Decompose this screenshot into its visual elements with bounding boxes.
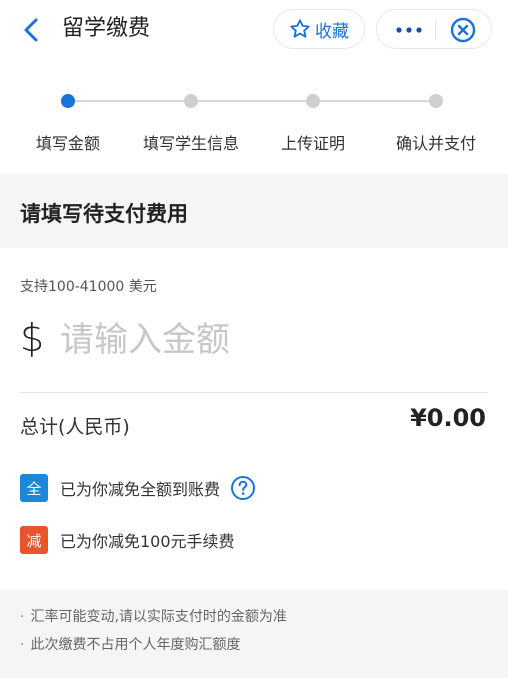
nav-header: 留学缴费 收藏 — [0, 0, 508, 64]
currency-symbol: $ — [20, 316, 45, 360]
amount-input[interactable] — [58, 314, 462, 366]
section-header: 请填写待支付费用 — [0, 174, 508, 248]
more-dots-icon[interactable] — [391, 18, 427, 42]
note-item: 汇率可能变动,请以实际支付时的金额为准 — [20, 606, 286, 626]
step-label-1: 填写金额 — [35, 134, 101, 153]
step-dot-3 — [306, 94, 320, 108]
step-dot-1 — [61, 94, 75, 108]
amount-row: $ — [20, 312, 490, 368]
benefit-text: 已为你减免100元手续费 — [60, 532, 235, 551]
page-title: 留学缴费 — [62, 16, 151, 41]
discount-badge: 减 — [20, 526, 48, 554]
step-track — [68, 100, 436, 102]
benefit-full-arrival: 全 已为你减免全额到账费 — [20, 474, 256, 502]
step-dot-2 — [184, 94, 198, 108]
back-chevron-icon[interactable] — [18, 16, 46, 44]
support-range-text: 支持100-41000 美元 — [20, 279, 157, 295]
notes-panel: 汇率可能变动,请以实际支付时的金额为准 此次缴费不占用个人年度购汇额度 — [0, 590, 508, 678]
benefit-fee-discount: 减 已为你减免100元手续费 — [20, 526, 235, 554]
step-label-3: 上传证明 — [280, 134, 346, 153]
note-item: 此次缴费不占用个人年度购汇额度 — [20, 634, 240, 654]
total-value: ¥0.00 — [410, 404, 486, 432]
step-label-4: 确认并支付 — [395, 134, 477, 153]
step-dot-4 — [429, 94, 443, 108]
capsule-divider — [435, 20, 436, 40]
capsule-menu — [376, 9, 492, 49]
divider — [20, 392, 488, 393]
full-badge: 全 — [20, 474, 48, 502]
question-circle-icon[interactable] — [230, 475, 256, 501]
step-label-2: 填写学生信息 — [142, 134, 240, 153]
star-icon — [290, 19, 310, 38]
total-label: 总计(人民币) — [20, 416, 130, 438]
section-title: 请填写待支付费用 — [20, 202, 188, 226]
favorite-button[interactable]: 收藏 — [273, 9, 365, 49]
progress-steps: 填写金额 填写学生信息 上传证明 确认并支付 — [0, 80, 508, 175]
close-circle-icon[interactable] — [449, 16, 477, 44]
favorite-label: 收藏 — [315, 21, 349, 42]
benefit-text: 已为你减免全额到账费 — [60, 480, 221, 499]
